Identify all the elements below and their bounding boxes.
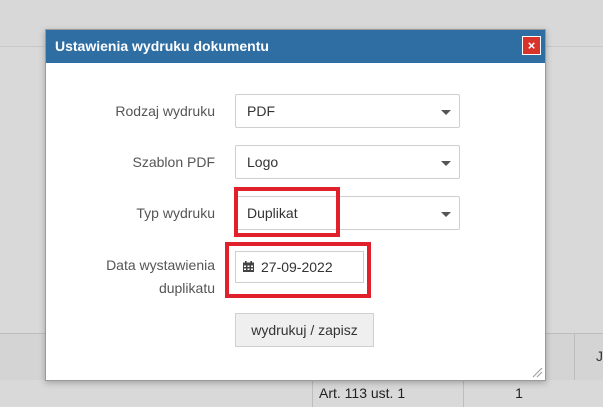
close-button[interactable]: ×: [522, 36, 541, 55]
print-mode-label: Typ wydruku: [136, 205, 215, 221]
chevron-down-icon: [441, 212, 451, 217]
print-type-label: Rodzaj wydruku: [115, 103, 215, 119]
print-type-value: PDF: [247, 103, 275, 119]
pdf-template-label: Szablon PDF: [132, 154, 215, 170]
background-edge-text: J: [596, 348, 603, 364]
resize-handle-icon[interactable]: [531, 366, 543, 378]
pdf-template-select[interactable]: Logo: [235, 145, 460, 179]
print-mode-value: Duplikat: [247, 205, 298, 221]
duplicate-date-label: Data wystawienia: [106, 257, 215, 273]
background-cell: Art. 113 ust. 1: [312, 380, 463, 407]
print-save-button[interactable]: wydrukuj / zapisz: [235, 313, 374, 347]
dialog-titlebar: Ustawienia wydruku dokumentu ×: [46, 30, 545, 63]
background-cell: 1: [463, 380, 574, 407]
dialog-title: Ustawienia wydruku dokumentu: [55, 38, 269, 54]
duplicate-date-input[interactable]: 27-09-2022: [235, 251, 364, 283]
print-settings-dialog: Ustawienia wydruku dokumentu × Rodzaj wy…: [45, 29, 546, 381]
calendar-icon: [243, 261, 254, 272]
duplicate-date-value: 27-09-2022: [261, 259, 333, 275]
chevron-down-icon: [441, 110, 451, 115]
background-divider: [574, 334, 575, 380]
pdf-template-value: Logo: [247, 154, 279, 170]
print-type-select[interactable]: PDF: [235, 94, 460, 128]
print-mode-select[interactable]: Duplikat: [235, 196, 460, 230]
chevron-down-icon: [441, 161, 451, 166]
close-icon: ×: [527, 38, 536, 53]
duplicate-date-label-line2: duplikatu: [158, 280, 215, 296]
